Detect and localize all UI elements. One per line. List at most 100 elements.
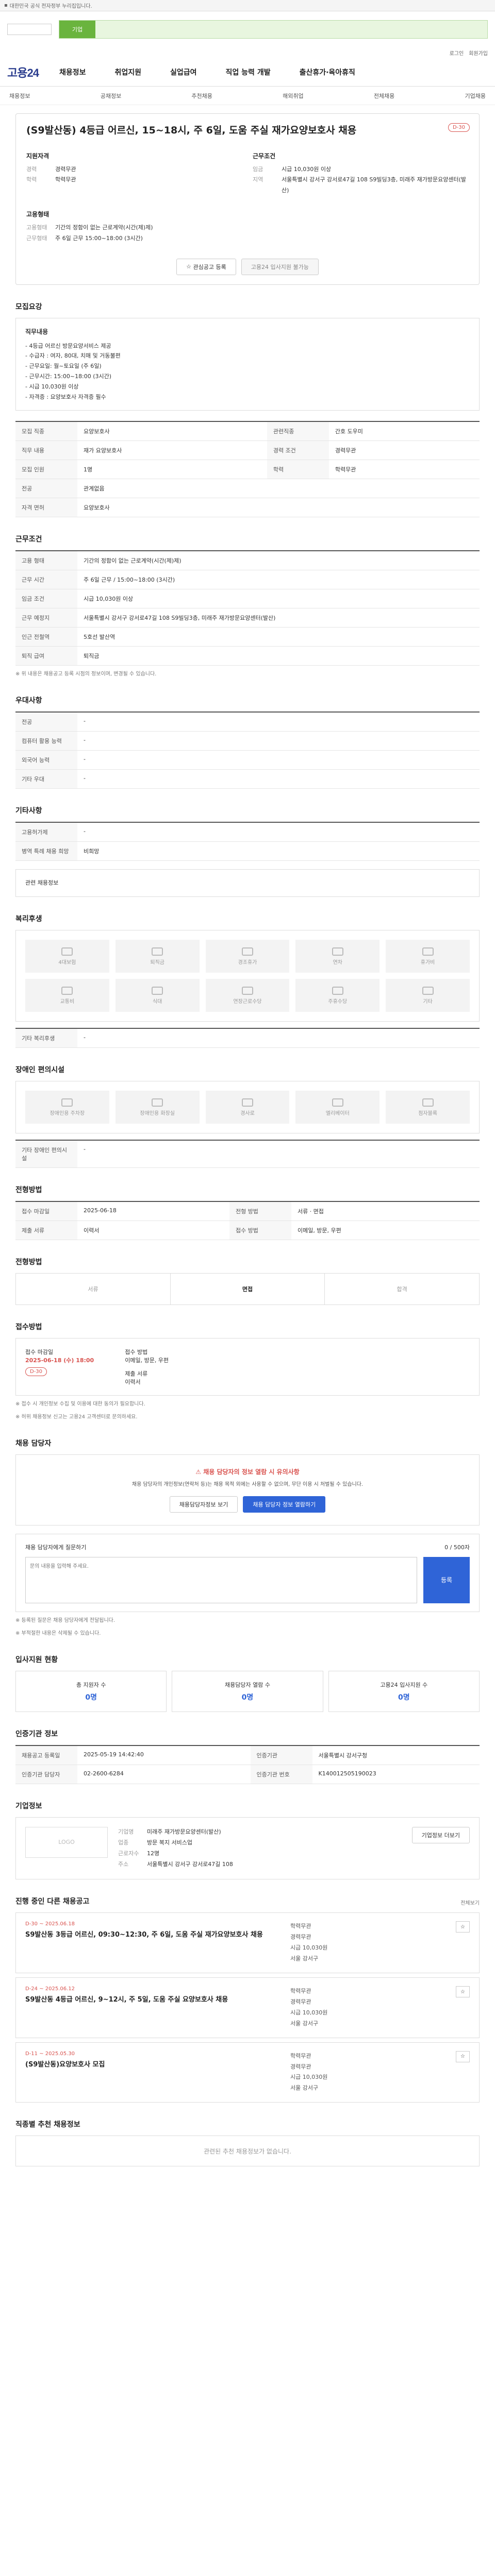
company-logo: LOGO: [25, 1826, 108, 1858]
table-head: 모집 인원: [15, 460, 77, 480]
subnav-item[interactable]: 추천채용: [191, 92, 212, 100]
summary-row: 경력 경력무관: [26, 164, 242, 175]
search-tab[interactable]: 기업: [59, 21, 95, 38]
date-text: ~ 2025.05.30: [39, 2050, 75, 2057]
login-link[interactable]: 로그인: [450, 49, 464, 57]
top-util: 기업: [0, 11, 495, 47]
summary-value: 학력무관: [55, 176, 76, 183]
list-item[interactable]: D-11 ~ 2025.05.30 (S9발산동)요양보호사 모집 학력무관 경…: [15, 2042, 480, 2103]
inquiry-textarea[interactable]: [25, 1556, 417, 1603]
table-row: 자격 면허 요양보호사: [15, 498, 480, 518]
warning-title: ⚠ 채용 담당자의 정보 열람 시 유의사항: [28, 1467, 467, 1476]
meta-col: 고용형태 고용형태 기간의 정함이 없는 근로계약(시간(제)제) 근무형태 주 6…: [26, 210, 469, 244]
gnb-item-support[interactable]: 취업지원: [114, 67, 141, 77]
signup-link[interactable]: 회원가입: [469, 49, 488, 57]
related-box: 관련 채용정보: [15, 869, 480, 897]
summary-key: 지역: [253, 176, 263, 183]
section-title-disabled: 장애인 편의시설: [15, 1066, 65, 1075]
subnav-item[interactable]: 전체채용: [374, 92, 394, 100]
gnb-item-training[interactable]: 직업 능력 개발: [226, 67, 271, 77]
deadline-col: 접수 마감일 2025-06-18 (수) 18:00 D-30: [25, 1348, 94, 1386]
scrap-icon[interactable]: ☆: [456, 1921, 470, 1933]
inquiry-submit-button[interactable]: 등록: [423, 1556, 470, 1603]
job-title-link[interactable]: S9발산동 4등급 어르신, 9~12시, 주 5일, 도움 주실 요양보호사 …: [25, 1995, 281, 2005]
list-item[interactable]: D-30 ~ 2025.06.18 S9발산동 3등급 어르신, 09:30~1…: [15, 1912, 480, 1974]
scrap-icon[interactable]: ☆: [456, 2050, 470, 2062]
benefit-label: 4대보험: [58, 959, 76, 965]
stat-value: 0명: [85, 1693, 97, 1702]
vacation-icon: [422, 947, 434, 956]
meta-row: 근무형태 주 6일 근무 15:00~18:00 (3시간): [26, 233, 469, 244]
contact-warning: ⚠ 채용 담당자의 정보 열람 시 유의사항 채용 담당자의 개인정보(연락처 …: [15, 1454, 480, 1526]
job-title-link[interactable]: (S9발산동)요양보호사 모집: [25, 2060, 281, 2070]
gnb-menu: 채용정보 취업지원 실업급여 직업 능력 개발 출산휴가·육아휴직: [59, 67, 355, 77]
table-row: 병역 특례 채용 희망 비희망: [15, 841, 480, 861]
job-meta: 학력무관 경력무관 시급 10,030원 서울 강서구: [290, 1986, 404, 2029]
brand-logo[interactable]: 고용24: [7, 64, 39, 80]
table-cell: -: [77, 822, 480, 842]
gnb-item-leave[interactable]: 출산휴가·육아휴직: [300, 67, 355, 77]
open-contact-button[interactable]: 채용 담당자 정보 열람하기: [243, 1496, 326, 1513]
table-cell: 서울특별시 강서구 강서로47길 108 S9빌딩3층, 미래주 재가방문요양센…: [77, 608, 480, 628]
view-all-link[interactable]: 전체보기: [460, 1899, 480, 1906]
job-meta-item: 시급 10,030원: [290, 1944, 328, 1952]
benefit-grid: 4대보험 퇴직금 경조휴가 연차 휴가비 교통비 식대 연장근로수당 주휴수당 …: [15, 930, 480, 1022]
gnb-item-unemployment[interactable]: 실업급여: [170, 67, 197, 77]
table-cell: 02-2600-6284: [77, 1765, 251, 1784]
company-key: 주소: [118, 1860, 129, 1868]
job-title: (S9발산동) 4등급 어르신, 15~18시, 주 6일, 도움 주실 재가요…: [26, 125, 357, 136]
ramp-icon: [241, 1098, 253, 1107]
benefit-tile: 기타: [386, 979, 470, 1012]
search-input[interactable]: [95, 21, 487, 38]
company-actions: 기업정보 더보기: [411, 1826, 470, 1870]
table-head: 기타 복리후생: [15, 1028, 77, 1048]
table-head: 모집 직종: [15, 421, 77, 442]
company-row: 근로자수 12명: [118, 1849, 402, 1859]
apply-stats: 총 지원자 수 0명 채용담당자 열람 수 0명 고용24 입사지원 수 0명: [15, 1670, 480, 1712]
meta-value: 주 6일 근무 15:00~18:00 (3시간): [55, 235, 143, 242]
scrap-icon[interactable]: ☆: [456, 1986, 470, 1998]
table-head: 직무 내용: [15, 440, 77, 461]
table-row: 기타 우대 -: [15, 769, 480, 789]
table-head: 근무 시간: [15, 570, 77, 590]
job-title-link[interactable]: S9발산동 3등급 어르신, 09:30~12:30, 주 6일, 도움 주실 …: [25, 1930, 281, 1940]
job-meta-item: 서울 강서구: [290, 2020, 319, 2027]
table-cell: 재가 요양보호사: [77, 440, 267, 461]
summary-row: 임금 시급 10,030원 이상: [253, 164, 469, 175]
interest-button[interactable]: ☆ 관심공고 등록: [176, 258, 236, 275]
flow-step-active: 면접: [171, 1274, 325, 1305]
site-logo[interactable]: [7, 24, 52, 35]
table-head: 관련직종: [267, 421, 329, 442]
disabled-label: 점자블록: [418, 1110, 437, 1116]
view-contact-button[interactable]: 채용담당자정보 보기: [169, 1496, 238, 1513]
stat-label: 채용담당자 열람 수: [225, 1681, 270, 1688]
method-label: 접수 방법: [125, 1349, 148, 1356]
company-value: 서울특별시 강서구 강서로47길 108: [147, 1860, 233, 1868]
table-head: 인근 전철역: [15, 627, 77, 647]
list-item[interactable]: D-24 ~ 2025.06.12 S9발산동 4등급 어르신, 9~12시, …: [15, 1977, 480, 2038]
summary-row: 지역 서울특별시 강서구 강서로47길 108 S9빌딩3층, 미래주 재가방문요…: [253, 175, 469, 196]
company-info: 기업명 미래주 재가방문요양센터(발산) 업종 방문 복지 서비스업 근로자수 12명…: [118, 1827, 402, 1870]
company-more-button[interactable]: 기업정보 더보기: [411, 1826, 470, 1843]
table-row: 퇴직 급여 퇴직금: [15, 646, 480, 666]
desc-line: - 근무시간: 15:00~18:00 (3시간): [25, 372, 112, 380]
related-label[interactable]: 관련 채용정보: [25, 879, 58, 886]
gnb-item-jobs[interactable]: 채용정보: [59, 67, 86, 77]
subnav-item[interactable]: 기업채용: [465, 92, 486, 100]
table-head: 인증기관: [250, 1745, 312, 1765]
subnav-item[interactable]: 채용정보: [9, 92, 30, 100]
table-cell: 관계없음: [77, 479, 480, 499]
table-head: 근무 예정지: [15, 608, 77, 628]
date-text: ~ 2025.06.12: [39, 1986, 75, 1992]
job-dday: D-11 ~ 2025.05.30: [25, 2051, 281, 2057]
stat-value: 0명: [241, 1693, 254, 1702]
subnav-item[interactable]: 해외취업: [283, 92, 303, 100]
table-head: 기타 우대: [15, 769, 77, 789]
company-value: 방문 복지 서비스업: [147, 1839, 192, 1846]
table-row: 고용허가제 -: [15, 822, 480, 842]
method-value: 이메일, 방문, 우편: [125, 1357, 169, 1364]
apply-disabled-button[interactable]: 고용24 입사지원 불가능: [241, 258, 319, 275]
subnav-item[interactable]: 공채정보: [101, 92, 121, 100]
desc-line: - 근무요일: 월~토요일 (주 6일): [25, 363, 102, 370]
job-meta-item: 학력무관: [290, 1923, 311, 1930]
